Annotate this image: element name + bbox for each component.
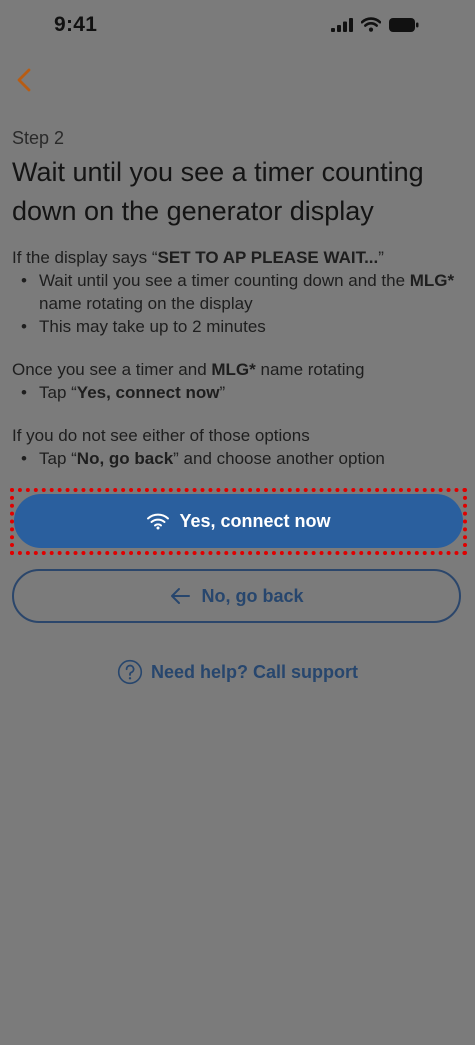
yes-connect-now-button[interactable]: Yes, connect now [14,494,463,548]
status-icons [331,17,419,32]
section1-intro: If the display says “SET TO AP PLEASE WA… [12,248,384,267]
section3-list: Tap “No, go back” and choose another opt… [12,447,467,470]
section3-intro: If you do not see either of those option… [12,426,310,445]
list-item: This may take up to 2 minutes [12,315,467,338]
status-bar: 9:41 [0,0,475,52]
section2-list: Tap “Yes, connect now” [12,381,467,404]
page-title: Wait until you see a timer counting down… [12,157,424,226]
back-button[interactable] [4,60,44,100]
cellular-signal-icon [331,17,353,32]
status-time: 9:41 [54,13,98,36]
battery-icon [389,17,419,32]
step-label: Step 2 [12,128,65,148]
secondary-button-label: No, go back [201,585,304,606]
wifi-icon [147,513,170,530]
section1-list: Wait until you see a timer counting down… [12,269,467,338]
chevron-left-icon [17,68,31,92]
section2-intro: Once you see a timer and MLG* name rotat… [12,360,365,379]
call-support-link[interactable]: Need help? Call support [0,659,475,685]
list-item: Tap “Yes, connect now” [12,381,467,404]
arrow-left-icon [171,588,191,604]
list-item: Wait until you see a timer counting down… [12,269,467,315]
wifi-status-icon [361,17,381,32]
no-go-back-button[interactable]: No, go back [12,569,461,623]
help-link-label: Need help? Call support [150,661,359,682]
instructions: If the display says “SET TO AP PLEASE WA… [12,246,467,470]
list-item: Tap “No, go back” and choose another opt… [12,447,467,470]
question-circle-icon [117,659,143,685]
primary-button-label: Yes, connect now [179,510,331,531]
